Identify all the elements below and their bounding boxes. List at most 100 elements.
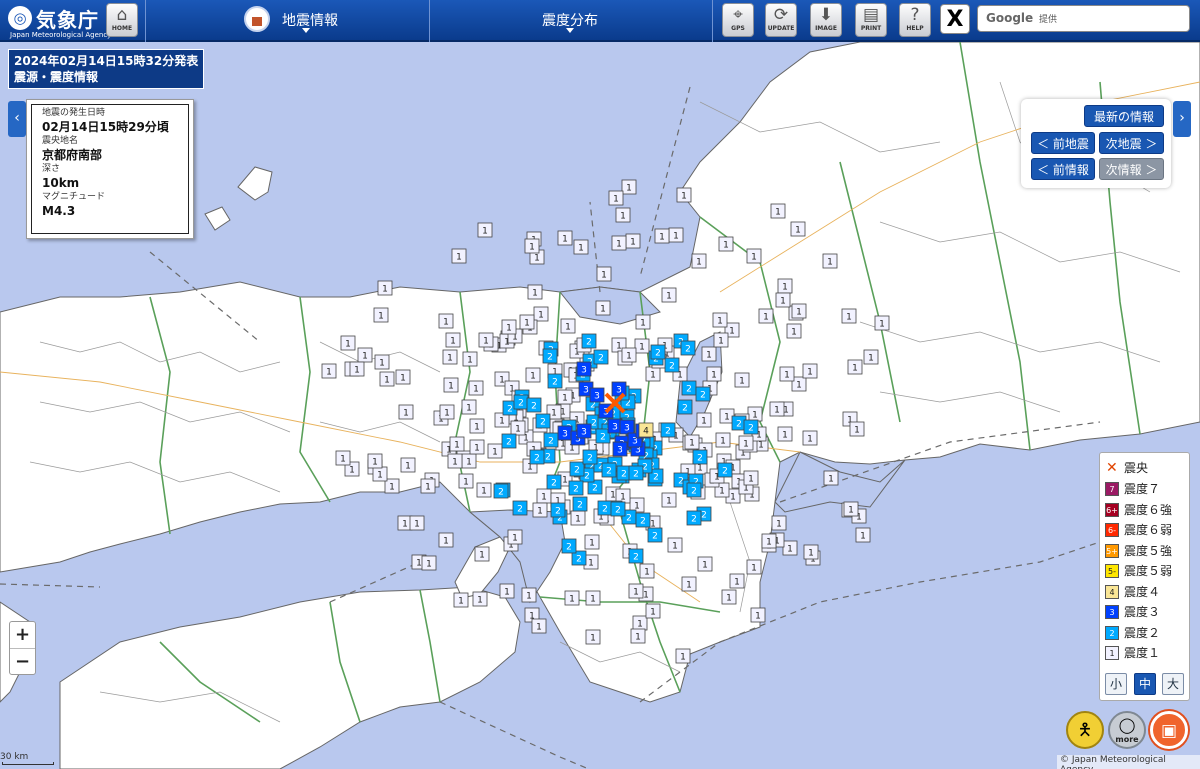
station-marker-label: 3 — [617, 446, 623, 456]
legend-swatch: 3 — [1105, 605, 1119, 619]
guide-button[interactable]: 🯅 — [1066, 711, 1104, 749]
station-marker-label: 2 — [686, 385, 692, 395]
time-label: 地震の発生日時 — [42, 108, 106, 118]
station-marker-label: 1 — [345, 340, 351, 350]
station-marker-label: 2 — [555, 507, 561, 517]
update-label: UPDATE — [767, 25, 795, 32]
station-marker-label: 1 — [443, 537, 449, 547]
station-marker-label: 1 — [515, 425, 521, 435]
station-marker-label: 1 — [766, 538, 772, 548]
station-marker-label: 2 — [669, 362, 675, 372]
station-marker-label: 1 — [639, 343, 645, 353]
help-button[interactable]: ? HELP — [899, 3, 931, 37]
station-marker-label: 1 — [673, 232, 679, 242]
legend-label: 震度６弱 — [1124, 523, 1173, 537]
station-marker-label: 2 — [587, 454, 593, 464]
station-marker-label: 1 — [796, 308, 802, 318]
station-marker-label: 1 — [499, 376, 505, 386]
legend-label: 震度１ — [1124, 646, 1161, 660]
station-marker-label: 1 — [452, 458, 458, 468]
zoom-in-button[interactable]: + — [10, 622, 35, 648]
earthquake-info-menu[interactable]: 地震情報 — [244, 0, 344, 42]
print-button[interactable]: ▤ PRINT — [855, 3, 887, 37]
google-search-input[interactable]: Google 提供 — [977, 5, 1190, 32]
station-marker-label: 1 — [637, 620, 643, 630]
home-button[interactable]: ⌂ HOME — [106, 3, 138, 37]
station-marker-label: 3 — [624, 424, 630, 434]
station-marker-label: 1 — [389, 483, 395, 493]
legend-swatch: 1 — [1105, 646, 1119, 660]
next-info-button[interactable]: 次情報 ＞ — [1099, 158, 1164, 180]
station-marker-label: 1 — [362, 352, 368, 362]
station-marker-label: 1 — [467, 356, 473, 366]
station-marker-label: 1 — [590, 634, 596, 644]
logo-text: 気象庁 — [36, 8, 99, 32]
station-marker-label: 1 — [640, 319, 646, 329]
latest-info-button[interactable]: 最新の情報 — [1084, 105, 1164, 127]
prev-quake-button[interactable]: ＜ 前地震 — [1031, 132, 1095, 154]
station-marker-label: 1 — [416, 559, 422, 569]
size-medium-button[interactable]: 中 — [1134, 673, 1156, 695]
station-marker-label: 2 — [652, 532, 658, 542]
station-marker-label: 2 — [573, 485, 579, 495]
station-marker-label: 1 — [748, 475, 754, 485]
station-marker-label: 3 — [594, 392, 600, 402]
x-share-button[interactable]: X — [940, 4, 970, 34]
update-button[interactable]: ⟳ UPDATE — [765, 3, 797, 37]
station-marker-label: 2 — [577, 501, 583, 511]
image-button[interactable]: ⬇ IMAGE — [810, 3, 842, 37]
magnitude-value: M4.3 — [42, 204, 76, 218]
station-marker-label: 1 — [696, 258, 702, 268]
time-value: 02月14日15時29分頃 — [42, 120, 169, 134]
more-button[interactable]: ◯ more — [1108, 711, 1146, 749]
zoom-out-button[interactable]: − — [10, 649, 35, 675]
station-marker-label: 1 — [600, 305, 606, 315]
station-marker-label: 1 — [541, 493, 547, 503]
intensity-distribution-menu[interactable]: 震度分布 — [520, 0, 620, 42]
legend-label: 震度７ — [1124, 482, 1161, 496]
station-marker-label: 1 — [506, 324, 512, 334]
station-marker-label: 1 — [379, 359, 385, 369]
size-large-button[interactable]: 大 — [1162, 673, 1184, 695]
jma-logo[interactable]: ◎ 気象庁 Japan Meteorological Agency — [4, 2, 111, 40]
station-marker-label: 2 — [602, 505, 608, 515]
chevron-left-icon: ‹ — [14, 110, 20, 126]
station-marker-label: 1 — [340, 455, 346, 465]
station-marker-label: 1 — [780, 297, 786, 307]
station-marker-label: 1 — [354, 366, 360, 376]
station-marker-label: 1 — [739, 377, 745, 387]
station-marker-label: 1 — [450, 337, 456, 347]
next-quake-button[interactable]: 次地震 ＞ — [1099, 132, 1164, 154]
collapse-nav-button[interactable]: › — [1173, 101, 1191, 137]
station-marker-label: 1 — [787, 545, 793, 555]
station-marker-label: 1 — [551, 409, 557, 419]
quake-info-panel: 地震の発生日時 02月14日15時29分頃 震央地名 京都府南部 深さ 10km… — [26, 99, 194, 239]
station-marker-label: 3 — [562, 430, 568, 440]
google-provided: 提供 — [1039, 15, 1058, 25]
manual-button[interactable]: ▣ — [1150, 711, 1188, 749]
zoom-control: + − — [9, 621, 36, 675]
station-marker-label: 1 — [524, 319, 530, 329]
station-marker-label: 2 — [498, 488, 504, 498]
station-marker-label: 1 — [382, 285, 388, 295]
depth-label: 深さ — [42, 164, 61, 174]
gps-button[interactable]: ⌖ GPS — [722, 3, 754, 37]
station-marker-label: 1 — [444, 409, 450, 419]
prev-info-button[interactable]: ＜ 前情報 — [1031, 158, 1095, 180]
station-marker-label: 1 — [403, 409, 409, 419]
collapse-info-button[interactable]: ‹ — [8, 101, 26, 137]
google-brand: Google — [986, 11, 1034, 25]
magnifier-icon: ◯ — [1118, 716, 1136, 734]
scale-bar-line — [2, 762, 54, 765]
question-icon: ? — [910, 5, 920, 25]
legend-swatch: 2 — [1105, 625, 1119, 640]
station-marker-label: 2 — [545, 453, 551, 463]
gps-label: GPS — [731, 25, 745, 32]
station-marker-label: 1 — [456, 253, 462, 263]
size-small-button[interactable]: 小 — [1105, 673, 1127, 695]
station-marker-label: 1 — [854, 426, 860, 436]
station-marker-label: 1 — [633, 588, 639, 598]
menu1-label: 地震情報 — [282, 13, 338, 29]
station-marker-label: 1 — [402, 520, 408, 530]
station-marker-label: 1 — [666, 497, 672, 507]
